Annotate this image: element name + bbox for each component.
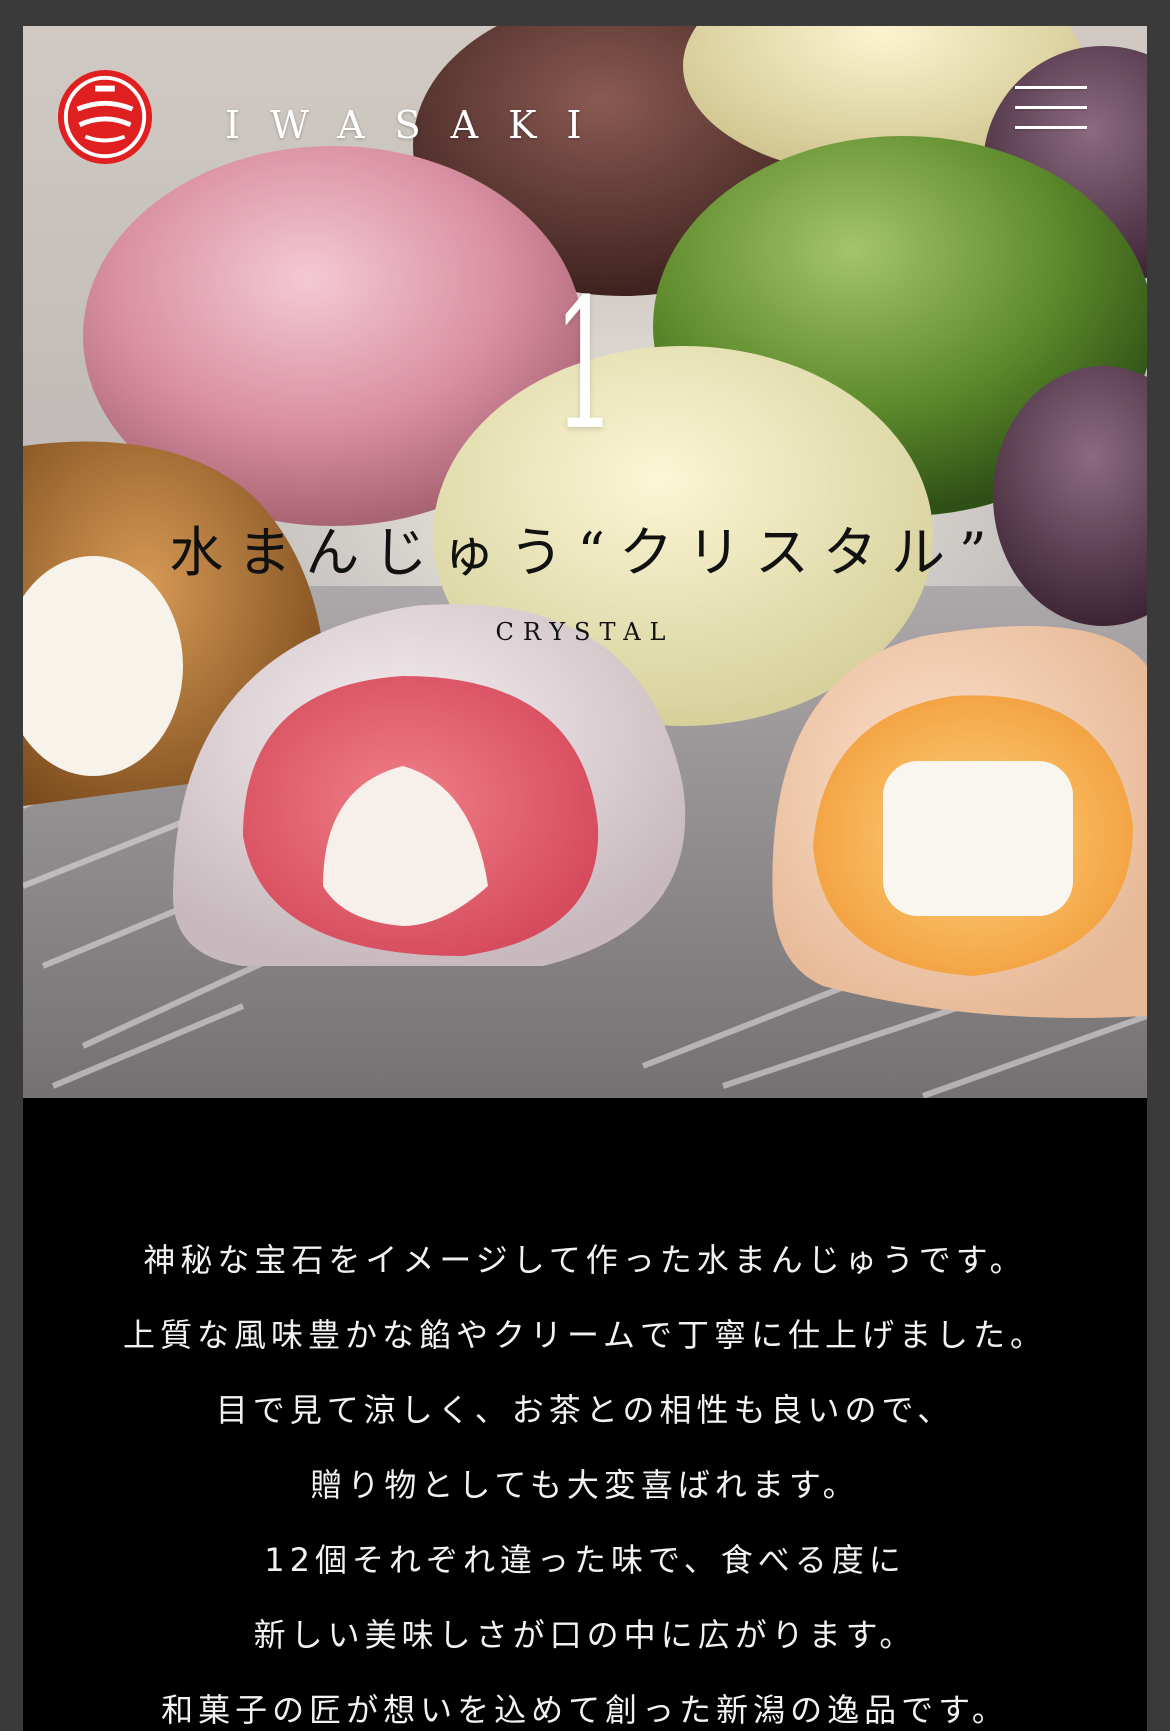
hero-section: IWASAKI 1 水まんじゅう“クリスタル” CRYSTAL [23, 26, 1147, 1098]
product-number: 1 [553, 261, 617, 470]
description-line: 目で見て涼しく、お茶との相性も良いので、 [215, 1391, 955, 1429]
description-line: 和菓子の匠が想いを込めて創った新潟の逸品です。 [161, 1691, 1009, 1729]
description-line: 贈り物としても大変喜ばれます。 [310, 1466, 860, 1504]
description-line: 上質な風味豊かな餡やクリームで丁寧に仕上げました。 [122, 1316, 1048, 1354]
menu-line [1015, 126, 1087, 129]
hamburger-menu-icon[interactable] [1015, 86, 1087, 130]
brand-name[interactable]: IWASAKI [225, 106, 612, 144]
description-line: 神秘な宝石をイメージして作った水まんじゅうです。 [143, 1241, 1027, 1279]
description-line: 新しい美味しさが口の中に広がります。 [253, 1616, 917, 1654]
product-title-en: CRYSTAL [495, 618, 675, 646]
product-title-jp: 水まんじゅう“クリスタル” [169, 521, 1001, 584]
description-line: 12個それぞれ違った味で、食べる度に [264, 1541, 906, 1579]
product-description: 神秘な宝石をイメージして作った水まんじゅうです。 上質な風味豊かな餡やクリームで… [23, 1098, 1147, 1731]
menu-line [1015, 106, 1087, 109]
iwasaki-crest-logo-icon[interactable] [56, 68, 154, 166]
menu-line [1015, 86, 1087, 89]
page-frame: IWASAKI 1 水まんじゅう“クリスタル” CRYSTAL 神秘な宝石をイメ… [23, 26, 1147, 1731]
